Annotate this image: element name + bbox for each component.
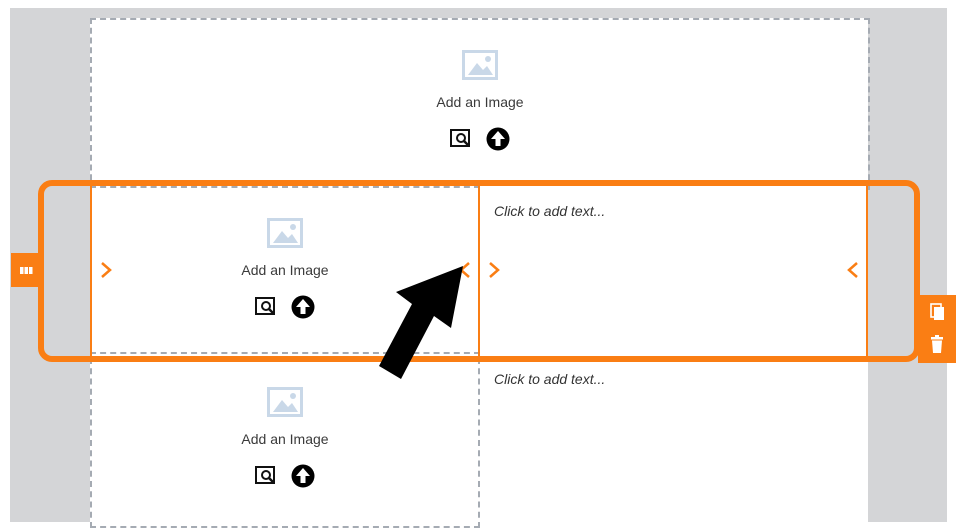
row-actions-tab [918, 295, 956, 363]
upload-arrow-icon[interactable] [486, 127, 510, 151]
image-placeholder-icon [462, 50, 498, 80]
copy-icon[interactable] [918, 297, 956, 327]
bottom-image-content: Add an Image [185, 387, 385, 488]
upload-arrow-icon[interactable] [291, 464, 315, 488]
columns-icon [20, 267, 33, 274]
browse-image-icon[interactable] [255, 466, 277, 486]
chevron-right-icon[interactable] [100, 261, 112, 279]
column-divider[interactable] [478, 186, 480, 356]
chevron-left-icon[interactable] [847, 261, 859, 279]
trash-icon[interactable] [918, 329, 956, 361]
image-placeholder-icon [267, 387, 303, 417]
column-divider[interactable] [866, 186, 868, 356]
browse-image-icon[interactable] [450, 129, 472, 149]
row-handle-tab[interactable] [11, 253, 41, 287]
add-image-label: Add an Image [241, 431, 329, 447]
column-divider[interactable] [90, 186, 92, 356]
top-image-content: Add an Image [380, 50, 580, 151]
pointer-arrow [379, 266, 463, 379]
text-block-placeholder[interactable]: Click to add text... [494, 371, 605, 387]
chevron-right-icon[interactable] [488, 261, 500, 279]
add-image-label: Add an Image [436, 94, 524, 110]
